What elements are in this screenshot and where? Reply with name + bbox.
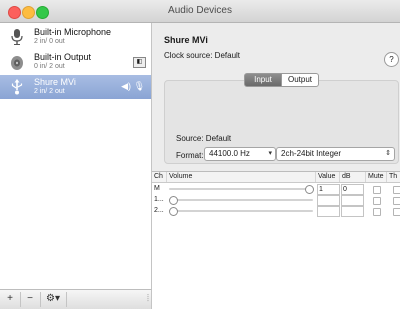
device-name: Shure MVi [34,77,76,87]
help-button[interactable]: ? [384,52,399,67]
window-title: Audio Devices [168,5,232,16]
sample-rate-value: 44100.0 Hz [209,149,250,158]
device-name: Built-in Output [34,52,92,62]
default-input-output-icons: ◀) 🎙 [121,81,145,92]
column-header-mute[interactable]: Mute [366,172,387,182]
db-field[interactable]: 0 [341,184,364,195]
db-field[interactable] [341,206,364,217]
mute-checkbox[interactable] [373,208,381,216]
table-row: 1... [152,195,400,206]
thru-checkbox[interactable] [393,186,400,194]
volume-slider[interactable] [169,196,313,205]
channel-label: 1... [154,196,164,203]
default-output-icon: ◧ [133,57,146,68]
device-row-built-in-microphone[interactable]: Built-in Microphone 2 in/ 0 out [0,25,151,49]
volume-slider-knob[interactable] [305,185,314,194]
value-field[interactable]: 1 [317,184,340,195]
device-title: Shure MVi [164,35,208,45]
device-list[interactable]: Built-in Microphone 2 in/ 0 out Built-in… [0,23,152,289]
volume-slider-knob[interactable] [169,196,178,205]
device-io: 2 in/ 0 out [34,38,65,45]
tab-output[interactable]: Output [281,73,319,87]
usb-icon [11,79,23,95]
volume-slider-knob[interactable] [169,207,178,216]
device-io: 2 in/ 2 out [34,88,65,95]
up-down-arrows-icon: ⇕ [385,150,391,157]
tab-input[interactable]: Input [244,73,282,87]
device-io: 0 in/ 2 out [34,63,65,70]
column-header-ch[interactable]: Ch [152,172,167,182]
sidebar-footer: + − ⚙▾ ⦙ [0,289,152,309]
device-row-built-in-output[interactable]: Built-in Output 0 in/ 2 out ◧ [0,50,151,74]
table-header: Ch Volume Value dB Mute Th [152,172,400,183]
divider [40,292,41,307]
table-row: M 1 0 [152,184,400,195]
bit-format-value: 2ch-24bit Integer [281,149,342,158]
sample-rate-select[interactable]: 44100.0 Hz ▾ [204,147,276,161]
channel-label: 2... [154,207,164,214]
thru-checkbox[interactable] [393,208,400,216]
remove-device-button[interactable]: − [22,293,38,305]
column-header-thru[interactable]: Th [387,172,400,182]
device-detail-pane: Shure MVi Clock source: Default ? Input … [152,23,400,309]
source-label: Source: Default [176,134,232,143]
audio-devices-window: Audio Devices Built-in Microphone 2 in/ … [0,0,400,309]
microphone-small-icon: 🎙 [133,81,145,91]
db-field[interactable] [341,195,364,206]
device-row-shure-mvi[interactable]: Shure MVi 2 in/ 2 out ◀) 🎙 [0,75,151,99]
device-name: Built-in Microphone [34,27,112,37]
add-device-button[interactable]: + [2,293,18,305]
format-label: Format: [176,151,204,160]
column-header-value[interactable]: Value [316,172,340,182]
microphone-icon [11,29,23,45]
mute-checkbox[interactable] [373,186,381,194]
column-header-volume[interactable]: Volume [167,172,316,182]
volume-slider[interactable] [169,185,314,194]
value-field[interactable] [317,206,340,217]
divider [66,292,67,307]
table-row: 2... [152,206,400,217]
channel-table: Ch Volume Value dB Mute Th M 1 0 1... 2.… [152,171,400,309]
gear-menu-button[interactable]: ⚙▾ [42,293,64,305]
speaker-volume-icon: ◀) [121,81,132,91]
mute-checkbox[interactable] [373,197,381,205]
clock-source: Clock source: Default [164,51,241,60]
bit-format-select[interactable]: 2ch-24bit Integer ⇕ [276,147,395,161]
channel-label: M [154,185,160,192]
chevron-down-icon: ▾ [268,150,272,157]
title-bar[interactable]: Audio Devices [0,0,400,23]
speaker-icon [11,56,23,70]
value-field[interactable] [317,195,340,206]
divider [20,292,21,307]
thru-checkbox[interactable] [393,197,400,205]
column-header-db[interactable]: dB [340,172,366,182]
volume-slider[interactable] [169,207,313,216]
